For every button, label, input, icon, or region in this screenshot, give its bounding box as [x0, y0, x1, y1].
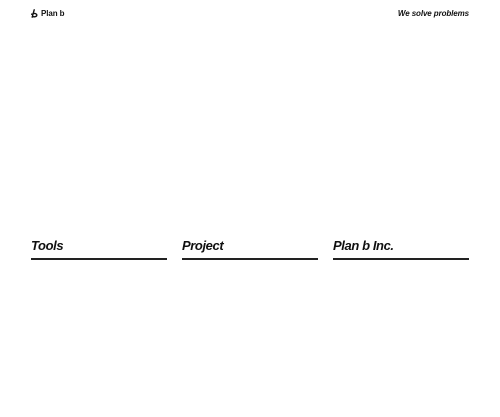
nav-item-plan-b-inc[interactable]: Plan b Inc.: [333, 238, 469, 260]
nav-item-tools[interactable]: Tools: [31, 238, 167, 260]
nav-underline: [333, 258, 469, 260]
logo-text: Plan b: [41, 9, 65, 18]
nav-item-label: Plan b Inc.: [333, 238, 394, 253]
tagline: We solve problems: [397, 9, 469, 18]
nav-item-label: Project: [182, 238, 224, 253]
logo-link[interactable]: Plan b: [31, 9, 65, 18]
nav-item-project[interactable]: Project: [182, 238, 318, 260]
nav-underline: [182, 258, 318, 260]
hand-drawn-b-mark-icon: [31, 9, 38, 18]
nav-underline: [31, 258, 167, 260]
main-nav: Tools Project Plan b Inc.: [31, 238, 469, 260]
nav-item-label: Tools: [31, 238, 64, 253]
